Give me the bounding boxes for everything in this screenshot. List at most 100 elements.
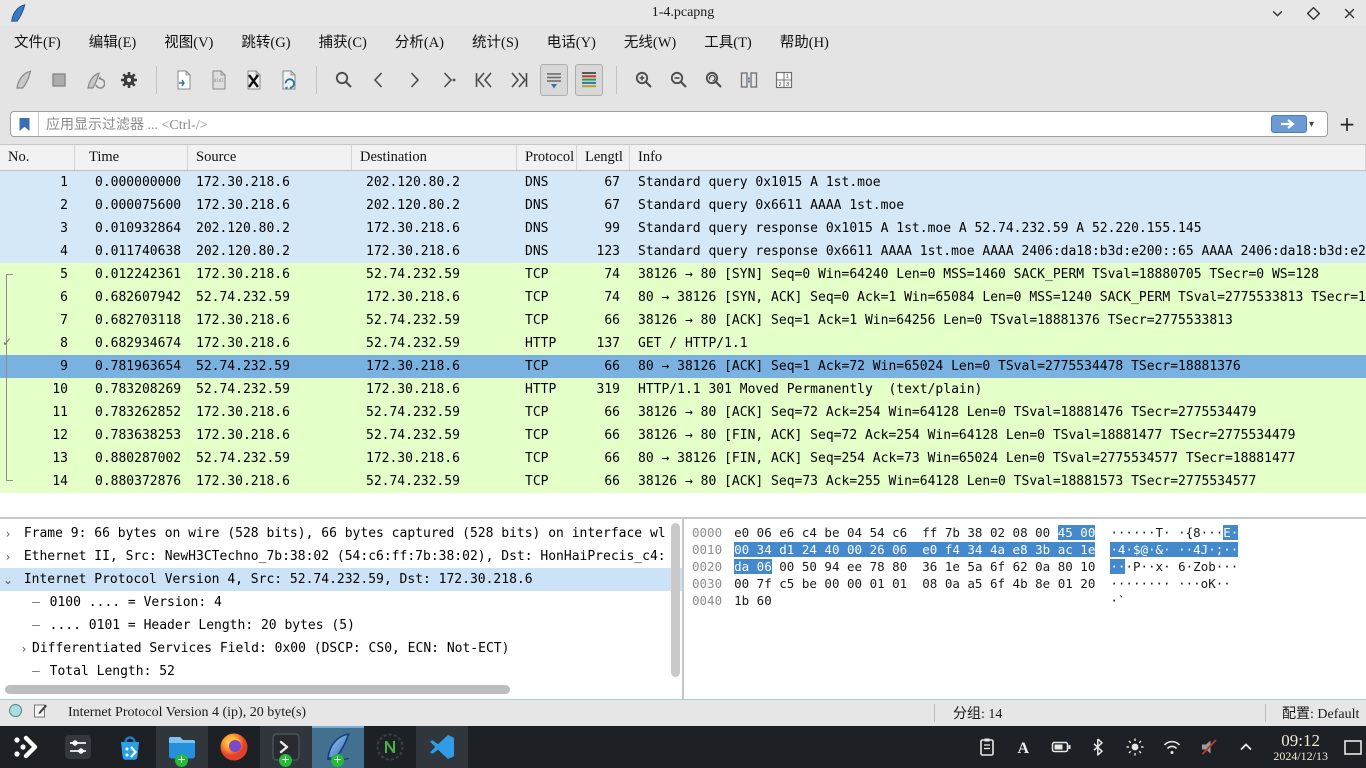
- dock-firefox-icon[interactable]: [208, 726, 260, 768]
- tray-input-method-icon[interactable]: A: [1013, 732, 1035, 762]
- packet-row-6[interactable]: 60.68260794252.74.232.59172.30.218.6TCP7…: [0, 286, 1366, 309]
- menu-f[interactable]: 文件(F): [14, 31, 61, 52]
- filter-apply-button[interactable]: [1271, 115, 1307, 133]
- go-back-icon[interactable]: [365, 64, 393, 96]
- tray-expand-icon[interactable]: [1235, 732, 1257, 762]
- packet-row-1[interactable]: 10.000000000172.30.218.6202.120.80.2DNS6…: [0, 171, 1366, 194]
- zoom-in-icon[interactable]: [630, 64, 658, 96]
- capture-options-icon[interactable]: [115, 64, 143, 96]
- maximize-button[interactable]: [1302, 2, 1324, 24]
- menu-a[interactable]: 分析(A): [395, 31, 444, 52]
- expander-collapsed-icon[interactable]: ›: [0, 527, 16, 541]
- hex-row-0040[interactable]: 00401b 60·`: [692, 593, 1366, 610]
- packet-row-10[interactable]: 100.78320826952.74.232.59172.30.218.6HTT…: [0, 378, 1366, 401]
- menu-c[interactable]: 捕获(C): [319, 31, 367, 52]
- save-file-icon[interactable]: 0101: [205, 64, 233, 96]
- expander-collapsed-icon[interactable]: ›: [0, 550, 16, 564]
- col-time[interactable]: Time: [75, 145, 188, 170]
- detail-line-5[interactable]: – .... 0101 = Header Length: 20 bytes (5…: [0, 614, 682, 637]
- dock-app-store-icon[interactable]: [104, 726, 156, 768]
- col-protocol[interactable]: Protocol: [517, 145, 577, 170]
- packet-row-9[interactable]: 90.78196365452.74.232.59172.30.218.6TCP6…: [0, 355, 1366, 378]
- clock[interactable]: 09:12 2024/12/13: [1273, 732, 1328, 762]
- packet-row-11[interactable]: 110.783262852172.30.218.652.74.232.59TCP…: [0, 401, 1366, 424]
- packet-row-3[interactable]: 30.010932864202.120.80.2172.30.218.6DNS9…: [0, 217, 1366, 240]
- menu-s[interactable]: 统计(S): [472, 31, 519, 52]
- menu-y[interactable]: 电话(Y): [547, 31, 596, 52]
- detail-line-1[interactable]: › Frame 9: 66 bytes on wire (528 bits), …: [0, 522, 682, 545]
- dock-neovim-icon[interactable]: [364, 726, 416, 768]
- resize-columns-icon[interactable]: [735, 64, 763, 96]
- hex-row-0030[interactable]: 003000 7f c5 be 00 00 01 01 08 0a a5 6f …: [692, 576, 1366, 593]
- packet-row-2[interactable]: 20.000075600172.30.218.6202.120.80.2DNS6…: [0, 194, 1366, 217]
- find-packet-icon[interactable]: [330, 64, 358, 96]
- dock-launcher-icon[interactable]: [0, 726, 52, 768]
- auto-scroll-icon[interactable]: [540, 64, 568, 96]
- filter-dropdown-caret[interactable]: ▾: [1309, 119, 1323, 130]
- filter-bookmark-icon[interactable]: [11, 112, 39, 136]
- tray-battery-icon[interactable]: [1050, 732, 1072, 762]
- detail-line-2[interactable]: › Ethernet II, Src: NewH3CTechno_7b:38:0…: [0, 545, 682, 568]
- dock-wireshark-icon[interactable]: +: [312, 726, 364, 768]
- menu-h[interactable]: 帮助(H): [780, 31, 829, 52]
- minimize-button[interactable]: [1266, 2, 1288, 24]
- go-to-packet-icon[interactable]: [435, 64, 463, 96]
- menu-w[interactable]: 无线(W): [624, 31, 676, 52]
- expert-info-icon[interactable]: [8, 703, 23, 723]
- packet-row-5[interactable]: 50.012242361172.30.218.652.74.232.59TCP7…: [0, 263, 1366, 286]
- detail-line-7[interactable]: – Total Length: 52: [0, 660, 682, 683]
- col-info[interactable]: Info: [630, 145, 1366, 170]
- tray-bluetooth-icon[interactable]: [1087, 732, 1109, 762]
- displayed-columns-icon[interactable]: 123: [770, 64, 798, 96]
- status-profile[interactable]: 配置: Default: [1266, 703, 1366, 723]
- show-desktop-button[interactable]: [1340, 736, 1366, 758]
- packet-row-7[interactable]: 70.682703118172.30.218.652.74.232.59TCP6…: [0, 309, 1366, 332]
- menu-v[interactable]: 视图(V): [164, 31, 213, 52]
- details-hscrollbar[interactable]: [5, 685, 510, 694]
- detail-line-6[interactable]: ›Differentiated Services Field: 0x00 (DS…: [0, 637, 682, 660]
- go-forward-icon[interactable]: [400, 64, 428, 96]
- tray-volume-muted-icon[interactable]: [1198, 732, 1220, 762]
- colorize-icon[interactable]: [575, 64, 603, 96]
- display-filter-input[interactable]: 应用显示过滤器 ... <Ctrl-/> ▾: [10, 111, 1328, 137]
- packet-row-4[interactable]: 40.011740638202.120.80.2172.30.218.6DNS1…: [0, 240, 1366, 263]
- menu-t[interactable]: 工具(T): [704, 31, 752, 52]
- filter-add-button[interactable]: +: [1336, 112, 1358, 136]
- start-capture-icon[interactable]: [10, 64, 38, 96]
- col-length[interactable]: Lengtl: [577, 145, 630, 170]
- close-button[interactable]: [1338, 2, 1360, 24]
- first-packet-icon[interactable]: [470, 64, 498, 96]
- restart-capture-icon[interactable]: [80, 64, 108, 96]
- details-vscrollbar[interactable]: [671, 523, 680, 677]
- expander-expanded-icon[interactable]: ⌄: [0, 573, 16, 587]
- zoom-out-icon[interactable]: [665, 64, 693, 96]
- expander-collapsed-icon[interactable]: ›: [16, 642, 32, 656]
- packet-row-14[interactable]: 140.880372876172.30.218.652.74.232.59TCP…: [0, 470, 1366, 493]
- capture-comment-icon[interactable]: [33, 703, 48, 723]
- reload-file-icon[interactable]: [275, 64, 303, 96]
- packet-row-8[interactable]: 80.682934674172.30.218.652.74.232.59HTTP…: [0, 332, 1366, 355]
- dock-vscode-icon[interactable]: [416, 726, 468, 768]
- dock-control-center-icon[interactable]: [52, 726, 104, 768]
- col-destination[interactable]: Destination: [352, 145, 517, 170]
- detail-line-3[interactable]: ⌄ Internet Protocol Version 4, Src: 52.7…: [0, 568, 682, 591]
- open-file-icon[interactable]: [170, 64, 198, 96]
- menu-g[interactable]: 跳转(G): [241, 31, 290, 52]
- dock-terminal-icon[interactable]: +: [260, 726, 312, 768]
- last-packet-icon[interactable]: [505, 64, 533, 96]
- col-no[interactable]: No.: [0, 145, 75, 170]
- close-file-icon[interactable]: [240, 64, 268, 96]
- packet-row-12[interactable]: 120.783638253172.30.218.652.74.232.59TCP…: [0, 424, 1366, 447]
- packet-row-13[interactable]: 130.88028700252.74.232.59172.30.218.6TCP…: [0, 447, 1366, 470]
- detail-line-4[interactable]: – 0100 .... = Version: 4: [0, 591, 682, 614]
- hex-row-0020[interactable]: 0020da 06 00 50 94 ee 78 80 36 1e 5a 6f …: [692, 559, 1366, 576]
- hex-row-0010[interactable]: 001000 34 d1 24 40 00 26 06 e0 f4 34 4a …: [692, 542, 1366, 559]
- col-source[interactable]: Source: [188, 145, 352, 170]
- tray-brightness-icon[interactable]: [1124, 732, 1146, 762]
- menu-e[interactable]: 编辑(E): [89, 31, 137, 52]
- dock-file-manager-icon[interactable]: +: [156, 726, 208, 768]
- stop-capture-icon[interactable]: [45, 64, 73, 96]
- tray-clipboard-icon[interactable]: [976, 732, 998, 762]
- tray-wifi-icon[interactable]: [1161, 732, 1183, 762]
- hex-row-0000[interactable]: 0000e0 06 e6 c4 be 04 54 c6 ff 7b 38 02 …: [692, 525, 1366, 542]
